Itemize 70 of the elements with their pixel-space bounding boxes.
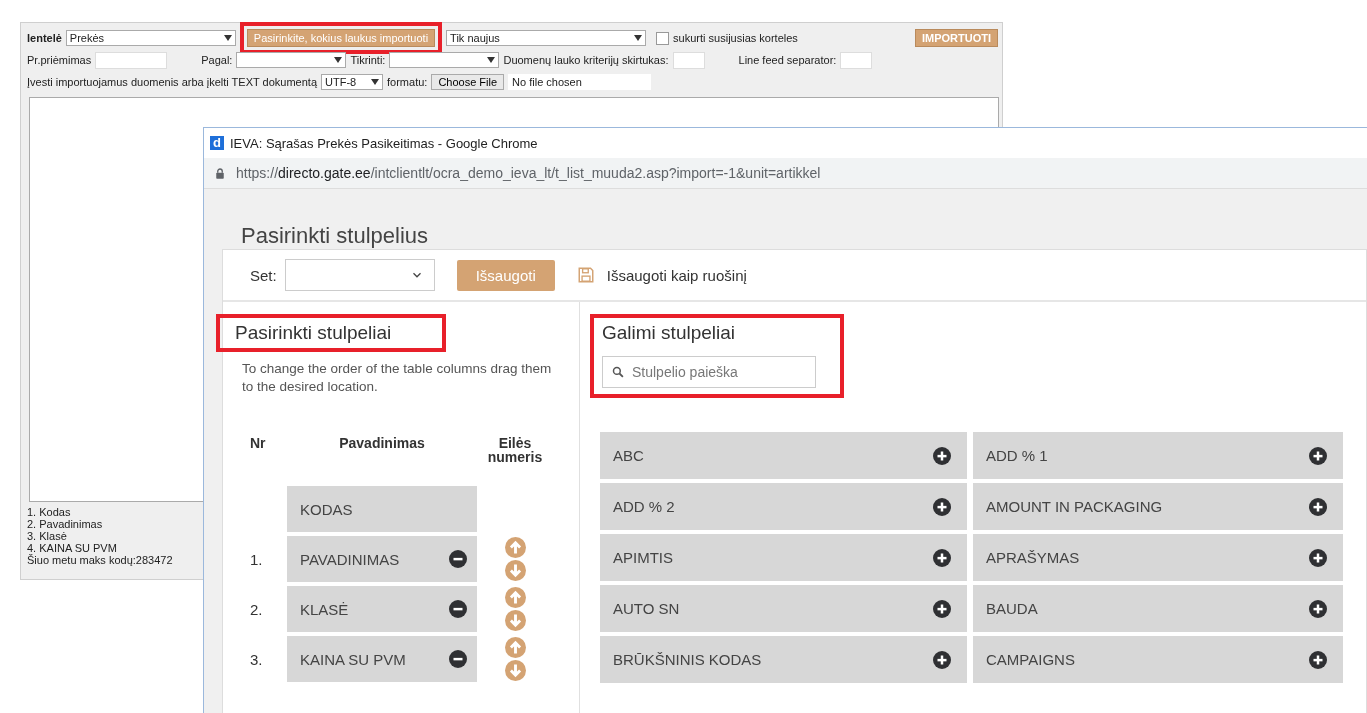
column-chip[interactable]: APRAŠYMAS [973, 534, 1343, 581]
column-chip[interactable]: PAVADINIMAS [287, 536, 477, 582]
choose-file-button[interactable]: Choose File [431, 74, 505, 90]
set-label: Set: [250, 266, 277, 284]
row-number: 1. [249, 550, 264, 568]
search-field[interactable]: Stulpelio paieška [602, 356, 816, 388]
add-icon[interactable] [1309, 548, 1327, 567]
mode-select[interactable]: Tik naujus [446, 30, 647, 46]
select-field[interactable] [389, 52, 500, 68]
save-as-template-link[interactable]: Išsaugoti kaip ruošinį [576, 266, 747, 284]
field-label: Line feed separator: [738, 54, 837, 66]
app-icon: d [210, 136, 224, 150]
add-icon[interactable] [1309, 650, 1327, 669]
lock-icon [214, 166, 226, 180]
checkbox-label: sukurti susijusias korteles [673, 32, 798, 44]
note-line: 2. Pavadinimas [27, 518, 103, 530]
section-heading: Galimi stulpeliai [602, 322, 737, 344]
select-field[interactable] [236, 52, 347, 68]
address-url: https://directo.gate.ee/intclientlt/ocra_demo_ieva_lt/t_list_muuda2.asp?import=-1&unit=artikkel [236, 165, 821, 181]
hint-text: To change the order of the table columns drag them to the desired location. [241, 360, 553, 396]
remove-icon[interactable] [449, 650, 467, 668]
file-status: No file chosen [508, 74, 652, 90]
note-line: 3. Klasė [27, 530, 67, 542]
encoding-select[interactable]: UTF-8 [321, 74, 383, 90]
column-chip[interactable]: ADD % 1 [973, 432, 1343, 479]
column-chip[interactable]: KODAS [287, 486, 477, 532]
column-chip[interactable]: ADD % 2 [600, 483, 967, 530]
column-chip[interactable]: APIMTIS [600, 534, 967, 581]
column-header: Eilės numeris [486, 436, 544, 464]
add-icon[interactable] [933, 650, 951, 669]
window-title: IEVA: Sąrašas Prekės Pasikeitimas - Google Chrome [230, 135, 538, 151]
input-field[interactable] [840, 51, 873, 69]
field-label: Tikrinti: [350, 54, 386, 66]
field-label: Įvesti importuojamus duomenis arba įkelti TEXT dokumentą [27, 76, 317, 88]
add-icon[interactable] [933, 599, 951, 618]
column-chip[interactable]: BRŪKŠNINIS KODAS [600, 636, 967, 683]
field-label: lentelė [27, 32, 62, 44]
field-label: formatu: [387, 76, 428, 88]
column-chip[interactable]: BAUDA [973, 585, 1343, 632]
column-chip[interactable]: AUTO SN [600, 585, 967, 632]
add-icon[interactable] [1309, 599, 1327, 618]
field-label: Pagal: [201, 54, 233, 66]
add-icon[interactable] [933, 497, 951, 516]
note-line: 1. Kodas [27, 506, 71, 518]
field-label: Pr.priėmimas [27, 54, 92, 66]
page-heading: Pasirinkti stulpelius [240, 222, 430, 249]
add-icon[interactable] [933, 548, 951, 567]
row-number: 2. [249, 600, 264, 618]
remove-icon[interactable] [449, 600, 467, 618]
column-header: Nr [249, 436, 267, 450]
table-select[interactable]: Prekės [65, 30, 236, 46]
note-line: 4. KAINA SU PVM [27, 542, 117, 554]
column-chip[interactable]: CAMPAIGNS [973, 636, 1343, 683]
column-chip[interactable]: KAINA SU PVM [287, 636, 477, 682]
note-line: Šiuo metu maks kodų:283472 [27, 554, 173, 566]
input-field[interactable] [672, 51, 705, 69]
column-chip[interactable]: ABC [600, 432, 967, 479]
add-icon[interactable] [1309, 446, 1327, 465]
add-icon[interactable] [933, 446, 951, 465]
column-chip[interactable]: AMOUNT IN PACKAGING [973, 483, 1343, 530]
section-heading: Pasirinkti stulpeliai [235, 322, 393, 344]
checkbox[interactable] [656, 31, 670, 45]
search-icon [612, 366, 624, 378]
field-label: Duomenų lauko kriterijų skirtukas: [503, 54, 669, 66]
column-header: Pavadinimas [338, 436, 426, 450]
add-icon[interactable] [1309, 497, 1327, 516]
column-chip[interactable]: KLASĖ [287, 586, 477, 632]
input-field[interactable] [95, 51, 168, 69]
remove-icon[interactable] [449, 550, 467, 568]
row-number: 3. [249, 650, 264, 668]
